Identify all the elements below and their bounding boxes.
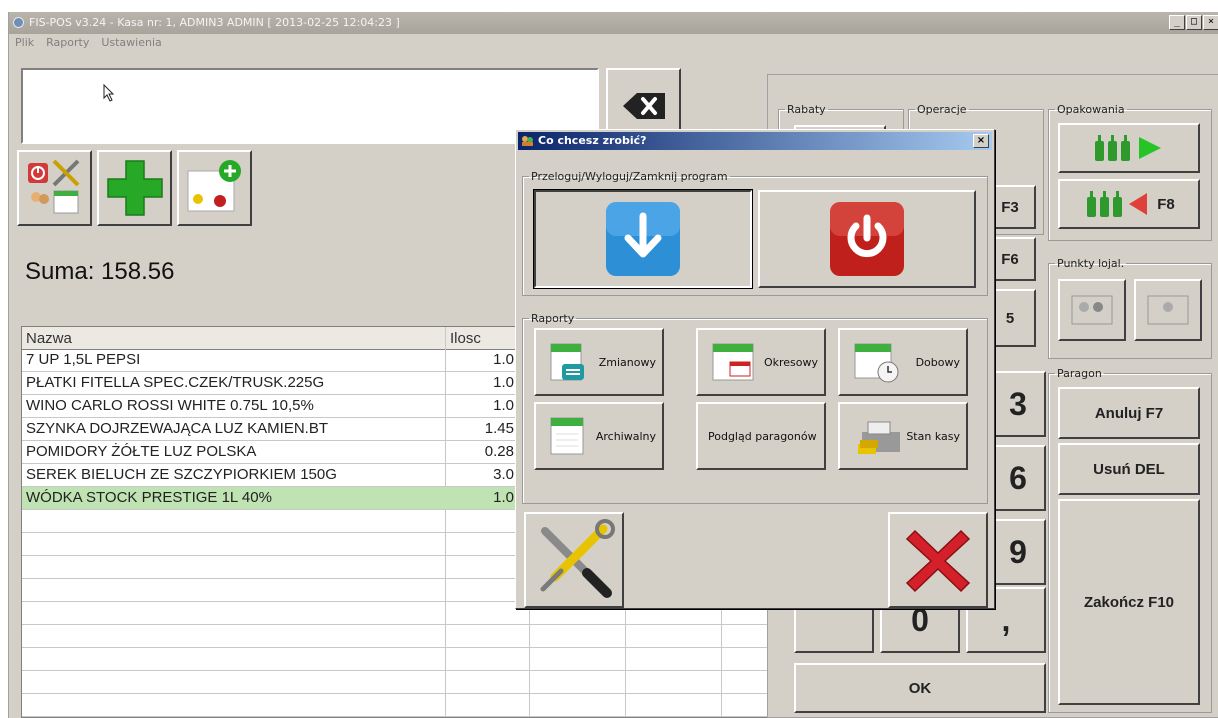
calendar-icon <box>550 417 584 455</box>
menu-plik[interactable]: Plik <box>13 36 36 52</box>
close-button[interactable]: × <box>1203 15 1218 30</box>
add-product-button[interactable] <box>97 150 172 226</box>
users-icon <box>522 136 533 146</box>
bottles-arrow-left-icon <box>1087 191 1148 217</box>
item-name: WINO CARLO ROSSI WHITE 0.75L 10,5% <box>26 397 314 414</box>
calendar-range-icon <box>712 343 754 381</box>
session-group-label: Przeloguj/Wyloguj/Zamknij program <box>531 170 728 183</box>
item-name: SEREK BIELUCH ZE SZCZYPIORKIEM 150G <box>26 466 337 483</box>
key-6[interactable]: 6 <box>990 445 1046 511</box>
ok-button[interactable]: OK <box>794 663 1046 713</box>
item-quantity: 1.0 <box>493 351 514 368</box>
item-name: 7 UP 1,5L PEPSI <box>26 351 141 368</box>
report-archiwalny-label: Archiwalny <box>595 430 656 443</box>
table-row[interactable] <box>22 625 780 648</box>
window-title: FIS-POS v3.24 - Kasa nr: 1, ADMIN3 ADMIN… <box>29 16 400 29</box>
cash-register-icon <box>858 421 900 454</box>
report-okresowy-label: Okresowy <box>763 356 818 369</box>
operacje-label: Operacje <box>917 103 967 116</box>
minimize-button[interactable]: _ <box>1169 15 1185 30</box>
key-comma-label: , <box>1001 601 1011 638</box>
rabaty-label: Rabaty <box>787 103 826 116</box>
loyalty-customer-button[interactable] <box>1134 279 1202 341</box>
relogin-button[interactable] <box>533 189 753 289</box>
loyalty-card-icon <box>1147 295 1189 325</box>
mouse-cursor-icon <box>103 84 115 102</box>
total-sum: Suma: 158.56 <box>25 258 175 285</box>
item-name: PŁATKI FITELLA SPEC.CZEK/TRUSK.225G <box>26 374 325 391</box>
loyalty-card-query-icon <box>1071 295 1113 325</box>
power-icon <box>830 202 904 276</box>
key-9-label: 9 <box>1009 533 1027 570</box>
maximize-button[interactable]: □ <box>1186 15 1202 30</box>
finish-receipt-button[interactable]: Zakończ F10 <box>1058 499 1200 705</box>
report-zmianowy-button[interactable]: Zmianowy <box>534 328 664 396</box>
action-dialog: Co chcesz zrobić? × Przeloguj/Wyloguj/Za… <box>515 129 995 609</box>
report-dobowy-button[interactable]: Dobowy <box>838 328 968 396</box>
window-controls: _ □ × <box>1169 15 1218 30</box>
key-6-label: 6 <box>1009 459 1027 496</box>
add-goods-icon <box>187 160 241 212</box>
cancel-receipt-button[interactable]: Anuluj F7 <box>1058 387 1200 439</box>
pos-main-window: FIS-POS v3.24 - Kasa nr: 1, ADMIN3 ADMIN… <box>8 12 1218 718</box>
bottles-arrow-right-icon <box>1095 135 1161 161</box>
settings-button[interactable] <box>524 512 624 608</box>
dialog-close-button[interactable]: × <box>973 134 989 148</box>
admin-tools-icon <box>27 159 79 214</box>
column-header-nazwa[interactable]: Nazwa <box>22 327 72 349</box>
settings-tools-button[interactable] <box>17 150 92 226</box>
add-item-button[interactable] <box>177 150 252 226</box>
menu-raporty[interactable]: Raporty <box>44 36 91 52</box>
item-quantity: 3.0 <box>493 466 514 483</box>
table-row[interactable] <box>22 671 780 694</box>
packaging-deposit-button[interactable]: F8 <box>1058 179 1200 229</box>
receipt-preview-button[interactable]: Podgląd paragonów <box>696 402 826 470</box>
item-quantity: 1.45 <box>484 420 514 437</box>
cash-state-button[interactable]: Stan kasy <box>838 402 968 470</box>
green-plus-icon <box>106 160 163 216</box>
calendar-clock-icon <box>854 343 899 383</box>
item-quantity: 1.0 <box>493 374 514 391</box>
red-x-icon <box>905 529 971 593</box>
exit-program-button[interactable] <box>758 190 976 288</box>
window-title-bar: FIS-POS v3.24 - Kasa nr: 1, ADMIN3 ADMIN… <box>9 12 1218 34</box>
arrow-down-icon <box>606 202 680 276</box>
key-3[interactable]: 3 <box>990 371 1046 437</box>
calendar-arrows-icon <box>550 343 584 381</box>
dialog-title-bar: Co chcesz zrobić? × <box>518 132 992 150</box>
report-dobowy-label: Dobowy <box>915 356 960 369</box>
paragon-label: Paragon <box>1057 367 1102 380</box>
loyalty-check-button[interactable] <box>1058 279 1126 341</box>
menu-ustawienia[interactable]: Ustawienia <box>99 36 163 52</box>
table-row[interactable] <box>22 648 780 671</box>
key-9[interactable]: 9 <box>990 519 1046 585</box>
receipt-preview-label: Podgląd paragonów <box>708 430 817 443</box>
item-name: WÓDKA STOCK PRESTIGE 1L 40% <box>26 489 272 506</box>
menu-bar: Plik Raporty Ustawienia <box>9 36 164 52</box>
backspace-icon <box>622 93 665 119</box>
barcode-display[interactable] <box>21 68 599 144</box>
item-quantity: 1.0 <box>493 489 514 506</box>
dialog-title: Co chcesz zrobić? <box>538 134 647 147</box>
delete-item-button[interactable]: Usuń DEL <box>1058 443 1200 495</box>
punkty-lojal-label: Punkty lojal. <box>1057 257 1125 270</box>
opakowania-label: Opakowania <box>1057 103 1125 116</box>
packaging-return-button[interactable] <box>1058 123 1200 173</box>
item-quantity: 1.0 <box>493 397 514 414</box>
column-header-ilosc[interactable]: Ilosc <box>446 327 481 349</box>
f8-label: F8 <box>1157 195 1175 213</box>
table-row[interactable] <box>22 694 780 717</box>
report-archiwalny-button[interactable]: Archiwalny <box>534 402 664 470</box>
item-name: POMIDORY ŻÓŁTE LUZ POLSKA <box>26 443 257 460</box>
item-name: SZYNKA DOJRZEWAJĄCA LUZ KAMIEN.BT <box>26 420 328 437</box>
app-icon <box>13 17 24 28</box>
cash-state-label: Stan kasy <box>906 430 960 443</box>
tools-icon <box>540 519 615 598</box>
item-quantity: 0.28 <box>484 443 514 460</box>
report-zmianowy-label: Zmianowy <box>598 356 656 369</box>
report-okresowy-button[interactable]: Okresowy <box>696 328 826 396</box>
reports-group-label: Raporty <box>531 312 575 325</box>
close-dialog-button[interactable] <box>888 512 988 608</box>
key-3-label: 3 <box>1009 385 1027 422</box>
